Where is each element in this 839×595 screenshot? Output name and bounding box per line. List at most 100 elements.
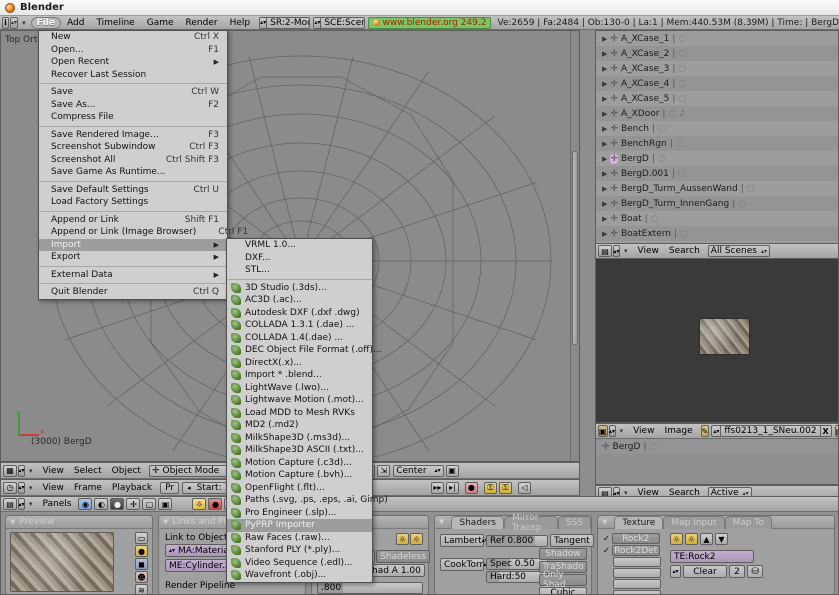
menu-timeline[interactable]: Timeline	[90, 18, 140, 28]
diffuse-row[interactable]: Lambert ▴▾ Ref 0.800 Tangent	[440, 534, 594, 547]
image-editor-type-split[interactable]: ▴▾	[608, 425, 616, 437]
image-chevron-down-icon[interactable]: ▾	[620, 427, 624, 435]
expand-triangle-icon[interactable]: ▶	[602, 200, 607, 208]
chevron-down-icon[interactable]: ▾	[22, 19, 26, 27]
outliner-scope-select[interactable]: All Scenes ▴▾	[707, 245, 770, 257]
buttons-window[interactable]: ▤ ▴▾ ▾ Panels ◉ ◐ ● ✛ ▢ ▣ ☼ ● ▩ ✺ ◍ ▼ Pr…	[0, 496, 839, 595]
ref-slider[interactable]: Ref 0.800	[486, 534, 548, 547]
image-editor-area[interactable]	[595, 258, 839, 423]
material-shading-icon[interactable]: ●	[208, 498, 223, 510]
render-icon[interactable]: ▣	[445, 464, 459, 477]
file-menu-item[interactable]: Screenshot Subwindow Ctrl F3	[39, 141, 227, 154]
outliner-icon[interactable]: ▤	[598, 245, 612, 257]
viewport-menu-object[interactable]: Object	[107, 466, 146, 476]
menu-help[interactable]: Help	[224, 18, 257, 28]
slot-check-icon[interactable]: ✓	[603, 546, 610, 555]
shaders-panel-header[interactable]: ▼ Shaders Mirror Transp SSS	[435, 513, 591, 533]
outliner-area[interactable]: ▶ ✛ A_XCase_1 | ◌ ▶ ✛ A_XCase_2 | ◌ ▶ ✛ A_XCase_3 | ◌ ▶…	[595, 30, 839, 258]
expand-triangle-icon[interactable]: ▶	[602, 215, 607, 223]
preview-plane-icon[interactable]: ▭	[135, 532, 148, 544]
texture-slot-list[interactable]: ✓ Rock2 ✓ Rock2Det	[603, 533, 661, 594]
file-menu-item[interactable]: Quit Blender Ctrl Q	[39, 286, 227, 299]
outliner-row[interactable]: ▶ ✛ BergD.001 | ◌	[596, 166, 838, 181]
texture-panel[interactable]: ▼ Texture Map Input Map To ✓ Rock2 ✓ Roc…	[597, 515, 835, 594]
import-menu-item[interactable]: Lightwave Motion (.mot)...	[227, 394, 372, 407]
mesh-data-icon[interactable]: ◌	[678, 79, 686, 89]
buttons-menu-panels[interactable]: Panels	[38, 499, 77, 509]
prev-arrow-icon[interactable]: ◂	[187, 484, 191, 492]
texture-panel-header[interactable]: ▼ Texture Map Input Map To	[598, 515, 834, 529]
paint-brush-icon[interactable]: ✎	[700, 425, 710, 437]
mesh-data-icon[interactable]: ◌	[678, 34, 686, 44]
import-menu-item[interactable]: LightWave (.lwo)...	[227, 382, 372, 395]
preview-collapse-icon[interactable]: ▼	[10, 518, 15, 526]
buttons-window-icon[interactable]: ▤	[3, 498, 17, 510]
texture-slot-empty-3[interactable]	[613, 568, 661, 578]
import-menu-item[interactable]: STL...	[227, 264, 372, 277]
outliner-type-split[interactable]: ▴▾	[613, 245, 620, 257]
timeline-type-split[interactable]: ▴▾	[18, 481, 25, 494]
import-menu-item[interactable]: MilkShape3D (.ms3d)...	[227, 432, 372, 445]
slot-check-icon[interactable]: ✓	[603, 534, 610, 543]
import-menu-item[interactable]: VRML 1.0...	[227, 239, 372, 252]
scrollbar-thumb[interactable]	[572, 151, 578, 345]
preview-monkey-icon[interactable]: ☻	[135, 571, 148, 583]
mesh-data-icon[interactable]: ◌	[747, 184, 755, 194]
import-menu-item[interactable]: DirectX(.x)...	[227, 357, 372, 370]
preview-hair-icon[interactable]: ≋	[135, 584, 148, 594]
texture-lamp-icon[interactable]: ☼	[670, 533, 683, 545]
outliner-row[interactable]: ▶ ✛ Boat | ◌	[596, 211, 838, 226]
snap-icon[interactable]: ⇲	[377, 464, 391, 477]
import-menu-item[interactable]: MD2 (.md2)	[227, 419, 372, 432]
action-data-icon[interactable]: ♪	[679, 109, 685, 119]
texture-move-buttons[interactable]: ☼ ☼ ▲ ▼	[670, 533, 728, 545]
texture-slot-empty-5[interactable]	[613, 590, 661, 594]
outliner-menu-view[interactable]: View	[633, 246, 664, 256]
lamp-icon[interactable]: ◐	[94, 498, 109, 510]
ramp-col-icon[interactable]: ☼	[396, 533, 409, 545]
file-menu-item[interactable]: Save Rendered Image... F3	[39, 129, 227, 142]
expand-triangle-icon[interactable]: ▶	[602, 140, 607, 148]
scene-selector[interactable]: ▴▾ SCE:Scene X	[313, 16, 365, 29]
expand-triangle-icon[interactable]: ▶	[602, 110, 607, 118]
preview-range-button[interactable]: Pr	[160, 481, 180, 494]
mesh-data-icon[interactable]: ◌	[678, 49, 686, 59]
mesh-data-icon[interactable]: ◌	[678, 94, 686, 104]
image-delete-button[interactable]: X	[819, 426, 831, 436]
file-menu-item[interactable]: Append or Link Shift F1	[39, 214, 227, 227]
texture-slot-empty-4[interactable]	[613, 579, 661, 589]
preview-panel-header[interactable]: ▼ Preview	[6, 516, 152, 529]
import-menu-item[interactable]: Motion Capture (.c3d)...	[227, 457, 372, 470]
expand-triangle-icon[interactable]: ▶	[602, 80, 607, 88]
texture-browse-icon[interactable]: ▴▾	[670, 565, 681, 578]
tab-sss[interactable]: SSS	[557, 515, 591, 529]
texture-slot-row[interactable]: ✓ Rock2Det	[603, 545, 661, 556]
import-menu-item[interactable]: DEC Object File Format (.off)...	[227, 344, 382, 357]
object-icon[interactable]: ✛	[126, 498, 141, 510]
timeline-menu-frame[interactable]: Frame	[69, 483, 107, 493]
outliner-row[interactable]: ▶ ✛ A_XCase_3 | ◌	[596, 61, 838, 76]
material-browse-icon[interactable]: ▴▾	[169, 547, 175, 554]
screen-selector[interactable]: ▴▾ SR:2-Model X	[259, 16, 311, 29]
3d-view-icon[interactable]: ▦	[3, 464, 17, 477]
file-menu-item[interactable]: Save Default Settings Ctrl U	[39, 184, 227, 197]
mesh-data-icon[interactable]: ◌	[658, 124, 666, 134]
expand-triangle-icon[interactable]: ▶	[602, 185, 607, 193]
import-menu-item[interactable]: Stanford PLY (*.ply)...	[227, 544, 372, 557]
tab-map-input[interactable]: Map Input	[663, 515, 725, 529]
import-menu-item[interactable]: PyPRP Importer	[227, 519, 372, 532]
texture-slot-row[interactable]: ✓ Rock2	[603, 533, 661, 544]
outliner-row[interactable]: ▶ ✛ A_XDoor | ◌ ♪	[596, 106, 838, 121]
import-menu-item[interactable]: Motion Capture (.bvh)...	[227, 469, 372, 482]
skip-forward-icon[interactable]: ▸▸	[430, 481, 444, 494]
editing-icon[interactable]: ▢	[142, 498, 157, 510]
image-menu-image[interactable]: Image	[659, 426, 697, 436]
image-name-field[interactable]: ▴▾ ffs0213_1_SNeu.002 X	[711, 425, 832, 437]
shaders-collapse-icon[interactable]: ▼	[439, 518, 444, 526]
file-menu-item[interactable]: External Data ▶	[39, 269, 227, 282]
material-icon[interactable]: ●	[110, 498, 125, 510]
file-menu-item[interactable]: Save Game As Runtime...	[39, 166, 227, 179]
expand-triangle-icon[interactable]: ▶	[602, 35, 607, 43]
import-menu-item[interactable]: OpenFlight (.flt)...	[227, 482, 372, 495]
expand-triangle-icon[interactable]: ▶	[602, 155, 607, 163]
